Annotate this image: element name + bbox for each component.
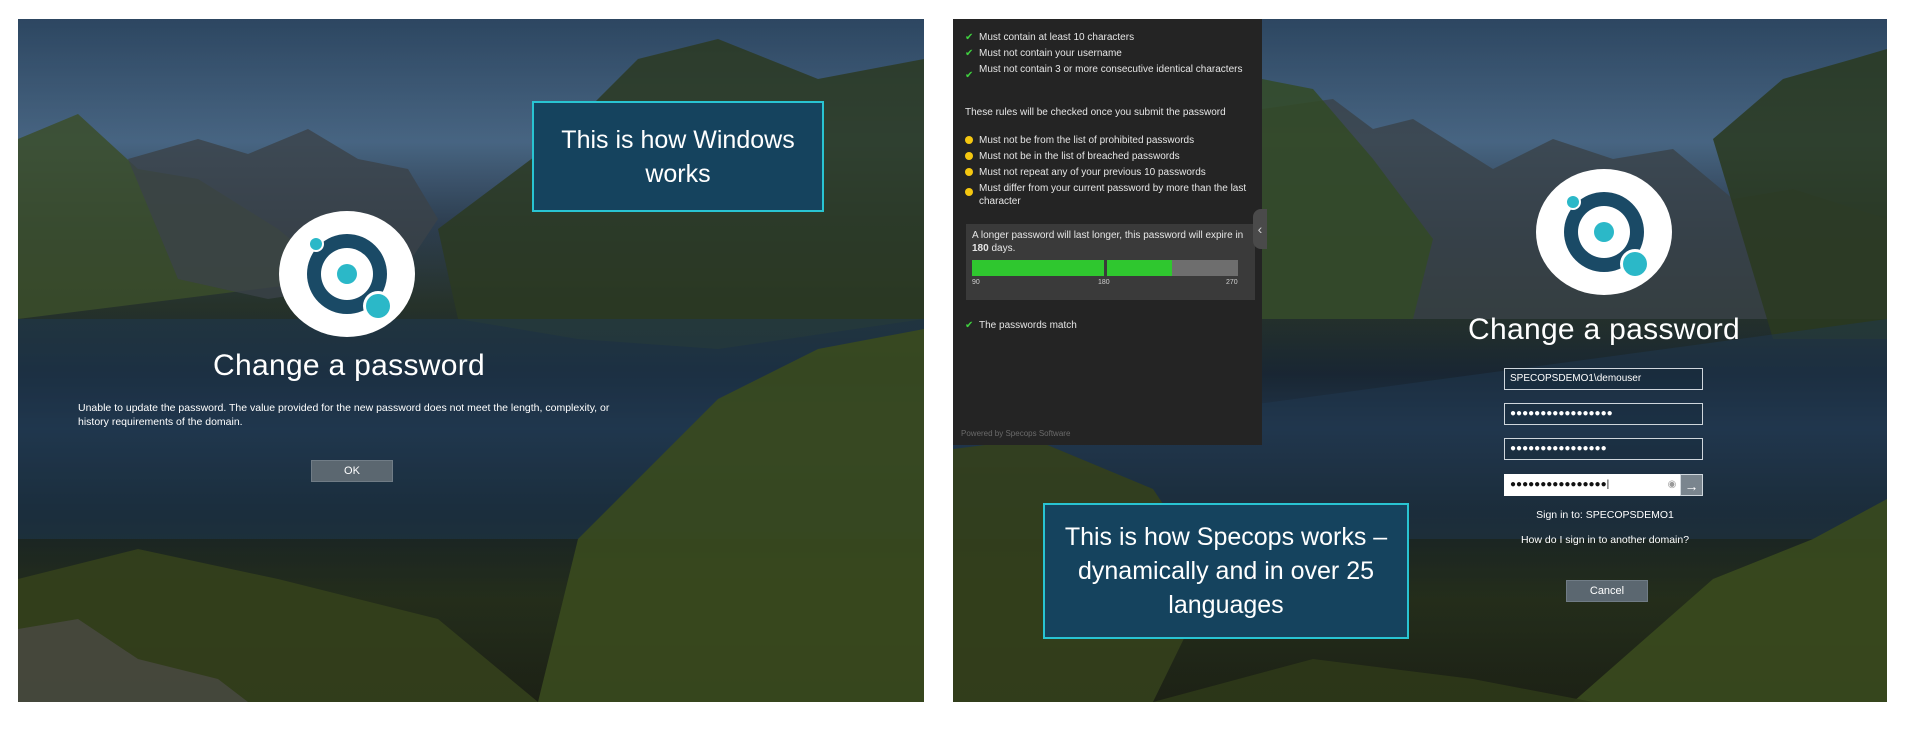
expiry-bar-fill-second [1107,260,1172,276]
specops-screen: ✔ Must contain at least 10 characters ✔ … [953,19,1887,702]
specops-logo [1536,169,1672,295]
powered-by-label: Powered by Specops Software [961,429,1071,438]
sign-in-domain-label: Sign in to: SPECOPSDEMO1 [1536,509,1674,521]
password-rules-panel: ✔ Must contain at least 10 characters ✔ … [953,19,1262,445]
check-icon: ✔ [965,48,974,59]
specops-logo [279,211,415,337]
cancel-button[interactable]: Cancel [1566,580,1648,602]
expiry-tick-mid: 180 [1098,279,1110,286]
expiry-days: 180 [972,243,989,254]
page-title: Change a password [213,349,485,382]
page-title: Change a password [1468,313,1740,346]
windows-callout: This is how Windows works [532,101,824,212]
new-password-field[interactable]: ●●●●●●●●●●●●●●●● [1504,438,1703,460]
specops-callout: This is how Specops works – dynamically … [1043,503,1409,639]
expiry-tick-max: 270 [1226,279,1238,286]
expiry-bar-fill-first [972,260,1104,276]
check-icon: ✔ [965,70,974,81]
check-icon: ✔ [965,320,974,331]
confirm-password-field[interactable]: ●●●●●●●●●●●●●●●●| [1504,474,1680,496]
error-message: Unable to update the password. The value… [78,402,610,428]
pending-dot-icon [965,134,977,148]
ok-button[interactable]: OK [311,460,393,482]
expiry-text: A longer password will last longer, this… [972,230,1244,254]
username-field[interactable]: SPECOPSDEMO1\demouser [1504,368,1703,390]
pending-dot-icon [965,150,977,164]
expiry-tick-min: 90 [972,279,980,286]
pending-dot-icon [965,186,977,200]
eye-icon[interactable]: ◉ [1666,477,1678,493]
pending-dot-icon [965,166,977,180]
chevron-left-icon[interactable]: ‹ [1253,209,1267,249]
expiry-indicator: A longer password will last longer, this… [966,224,1255,300]
windows-screen: Change a password Unable to update the p… [18,19,924,702]
submit-rules-heading: These rules will be checked once you sub… [965,107,1226,118]
other-domain-link[interactable]: How do I sign in to another domain? [1521,534,1689,546]
arrow-right-icon[interactable]: → [1680,474,1703,496]
check-icon: ✔ [965,32,974,43]
old-password-field[interactable]: ●●●●●●●●●●●●●●●●● [1504,403,1703,425]
expiry-bar-divider [1104,260,1107,276]
